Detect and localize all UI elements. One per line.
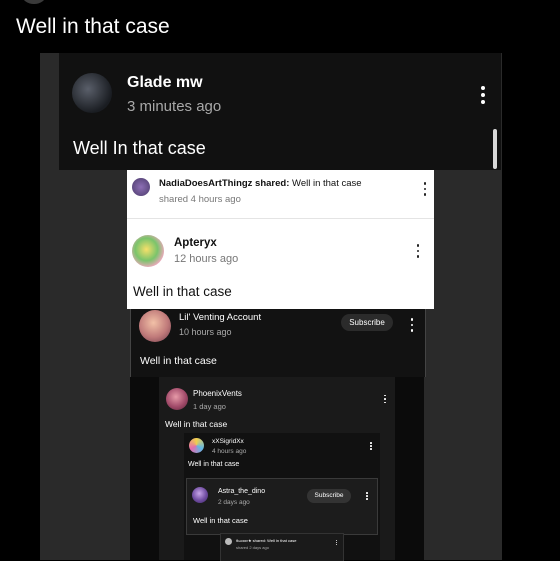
more-options-icon[interactable] [477, 83, 489, 107]
avatar[interactable] [189, 438, 204, 453]
avatar[interactable] [72, 73, 112, 113]
post-username[interactable]: Apteryx [174, 237, 217, 249]
post-card-glade: Glade mw 3 minutes ago Well In that case [59, 53, 501, 170]
more-options-icon[interactable] [335, 539, 338, 545]
scrollbar-thumb[interactable] [493, 129, 497, 169]
share-timestamp: shared 4 hours ago [159, 194, 241, 205]
avatar[interactable] [132, 178, 150, 196]
avatar[interactable] [132, 235, 164, 267]
top-header: Well in that case [0, 0, 560, 50]
post-body: Well in that case [165, 419, 228, 429]
post-body: Well In that case [73, 138, 206, 158]
shared-text: Well in that case [267, 538, 297, 543]
avatar[interactable] [139, 310, 171, 342]
post-body: Well in that case [188, 461, 240, 468]
post-username[interactable]: Glade mw [127, 74, 203, 92]
shared-text: Well in that case [292, 178, 362, 189]
post-timestamp: 1 day ago [193, 402, 226, 411]
share-timestamp: shared 2 days ago [236, 545, 269, 550]
post-card-lil-venting: Lil' Venting Account 10 hours ago Subscr… [130, 309, 426, 377]
avatar[interactable] [225, 538, 232, 545]
avatar[interactable] [166, 388, 188, 410]
share-card-nadia: NadiaDoesArtThingz shared: Well in that … [127, 170, 434, 219]
more-options-icon[interactable] [369, 442, 373, 450]
post-body: Well in that case [140, 355, 217, 367]
post-body: Well in that case [193, 516, 248, 525]
more-options-icon[interactable] [415, 243, 421, 259]
avatar[interactable] [192, 487, 208, 503]
post-username[interactable]: Lil' Venting Account [179, 312, 261, 323]
shared-by[interactable]: NadiaDoesArtThingz shared: [159, 178, 289, 189]
share-header: θωααν★ shared: Well in that case [236, 538, 296, 543]
post-username[interactable]: Astra_the_dino [218, 488, 265, 495]
post-body: Well in that case [133, 284, 232, 299]
more-options-icon[interactable] [365, 492, 369, 500]
post-timestamp: 12 hours ago [174, 253, 239, 265]
top-avatar [22, 0, 46, 4]
more-options-icon[interactable] [409, 318, 415, 332]
post-username[interactable]: PhoenixVents [193, 389, 242, 398]
post-timestamp: 3 minutes ago [127, 98, 222, 115]
post-card-apteryx: Apteryx 12 hours ago Well in that case [127, 219, 434, 309]
top-title: Well in that case [16, 15, 170, 38]
more-options-icon[interactable] [383, 394, 387, 404]
share-header: NadiaDoesArtThingz shared: Well in that … [159, 178, 362, 189]
subscribe-button[interactable]: Subscribe [341, 314, 393, 331]
post-timestamp: 4 hours ago [212, 448, 247, 455]
post-timestamp: 10 hours ago [179, 327, 232, 337]
post-username[interactable]: xXSigridXx [212, 438, 244, 445]
more-options-icon[interactable] [422, 181, 428, 197]
shared-by[interactable]: θωααν★ shared: [236, 538, 266, 543]
post-timestamp: 2 days ago [218, 499, 250, 506]
subscribe-button[interactable]: Subscribe [307, 489, 351, 503]
share-card-level8: θωααν★ shared: Well in that case shared … [220, 533, 344, 561]
post-card-astra: Astra_the_dino 2 days ago Subscribe Well… [186, 478, 378, 535]
